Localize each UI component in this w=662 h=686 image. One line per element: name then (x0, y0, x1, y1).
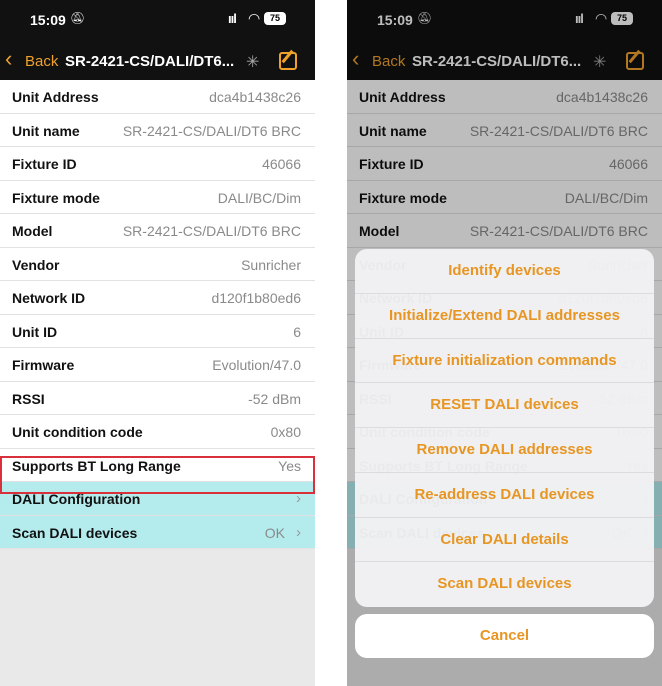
device-detail-screen: 15:09 🔕︎ ııl ◠ 75 ‹ Back SR-2421-CS/DALI… (0, 0, 315, 686)
fixture-initialization-commands-button[interactable]: Fixture initialization commands (355, 339, 654, 384)
selection-highlight-box (0, 456, 315, 494)
row-value: 46066 (262, 156, 301, 172)
row-label: Firmware (12, 357, 75, 373)
row-value: DALI/BC/Dim (217, 189, 301, 206)
action-sheet: Identify devices Initialize/Extend DALI … (355, 249, 654, 607)
back-button[interactable]: Back (25, 53, 58, 70)
cancel-button[interactable]: Cancel (355, 614, 654, 658)
row-label: Scan DALI devices (12, 524, 138, 541)
row-value: Evolution/47.0 (212, 357, 301, 373)
detail-row: Model SR-2421-CS/DALI/DT6 BRC (0, 214, 315, 248)
action-sheet-screen: 15:09 🔕︎ ııl ◠ 75 ‹ Back SR-2421-CS/DALI… (347, 0, 662, 686)
row-label: Model (12, 223, 53, 239)
signal-icon: ııl (228, 11, 237, 26)
row-label: Fixture mode (12, 189, 100, 206)
mute-bell-icon: 🔕︎ (70, 11, 86, 25)
clear-dali-details-button[interactable]: Clear DALI details (355, 518, 654, 563)
row-value: 0x80 (270, 424, 301, 440)
wifi-icon: ◠ (248, 10, 261, 26)
row-value: 6 (293, 323, 301, 340)
detail-row: Fixture mode DALI/BC/Dim (0, 180, 315, 214)
identify-devices-button[interactable]: Identify devices (355, 249, 654, 294)
row-value: SR-2421-CS/DALI/DT6 BRC (122, 122, 301, 139)
scan-dali-devices-button[interactable]: Scan DALI devices (355, 562, 654, 607)
row-label: Unit condition code (12, 424, 143, 440)
row-label: Unit name (12, 122, 80, 139)
edit-icon[interactable] (279, 52, 297, 70)
readdress-dali-devices-button[interactable]: Re-address DALI devices (355, 473, 654, 518)
detail-row: Fixture ID 46066 (0, 147, 315, 181)
battery-icon: 75 (264, 12, 286, 25)
detail-row: Firmware Evolution/47.0 (0, 348, 315, 382)
row-status: OK (264, 524, 285, 541)
chevron-left-icon[interactable]: ‹ (5, 48, 12, 70)
row-label: RSSI (12, 390, 45, 407)
row-value: dca4b1438c26 (209, 89, 301, 105)
detail-row: Network ID d120f1b80ed6 (0, 281, 315, 315)
row-label: Unit Address (12, 89, 99, 105)
loading-spinner-icon: ✳ (246, 54, 260, 71)
row-label: Fixture ID (12, 156, 77, 172)
row-value: -52 dBm (248, 390, 301, 407)
row-value: SR-2421-CS/DALI/DT6 BRC (122, 223, 301, 239)
row-value: d120f1b80ed6 (211, 290, 301, 306)
row-label: Unit ID (12, 323, 58, 340)
status-time: 15:09 (30, 12, 66, 28)
row-label: Network ID (12, 290, 86, 306)
detail-row: Vendor Sunricher (0, 247, 315, 281)
row-label: Vendor (12, 256, 60, 273)
detail-row: Unit ID 6 (0, 314, 315, 348)
scan-dali-devices-row[interactable]: Scan DALI devices OK › (0, 515, 315, 549)
detail-row: RSSI -52 dBm (0, 381, 315, 415)
navigation-bar: ‹ Back SR-2421-CS/DALI/DT6... ✳ (0, 36, 315, 84)
remove-dali-addresses-button[interactable]: Remove DALI addresses (355, 428, 654, 473)
initialize-extend-addresses-button[interactable]: Initialize/Extend DALI addresses (355, 294, 654, 339)
reset-dali-devices-button[interactable]: RESET DALI devices (355, 383, 654, 428)
detail-row: Unit Address dca4b1438c26 (0, 80, 315, 114)
detail-row: Unit condition code 0x80 (0, 415, 315, 449)
row-value: Sunricher (241, 256, 301, 273)
chevron-right-icon: › (296, 523, 301, 541)
page-title: SR-2421-CS/DALI/DT6... (65, 53, 235, 70)
status-bar: 15:09 🔕︎ ııl ◠ 75 (0, 0, 315, 36)
detail-row: Unit name SR-2421-CS/DALI/DT6 BRC (0, 113, 315, 147)
